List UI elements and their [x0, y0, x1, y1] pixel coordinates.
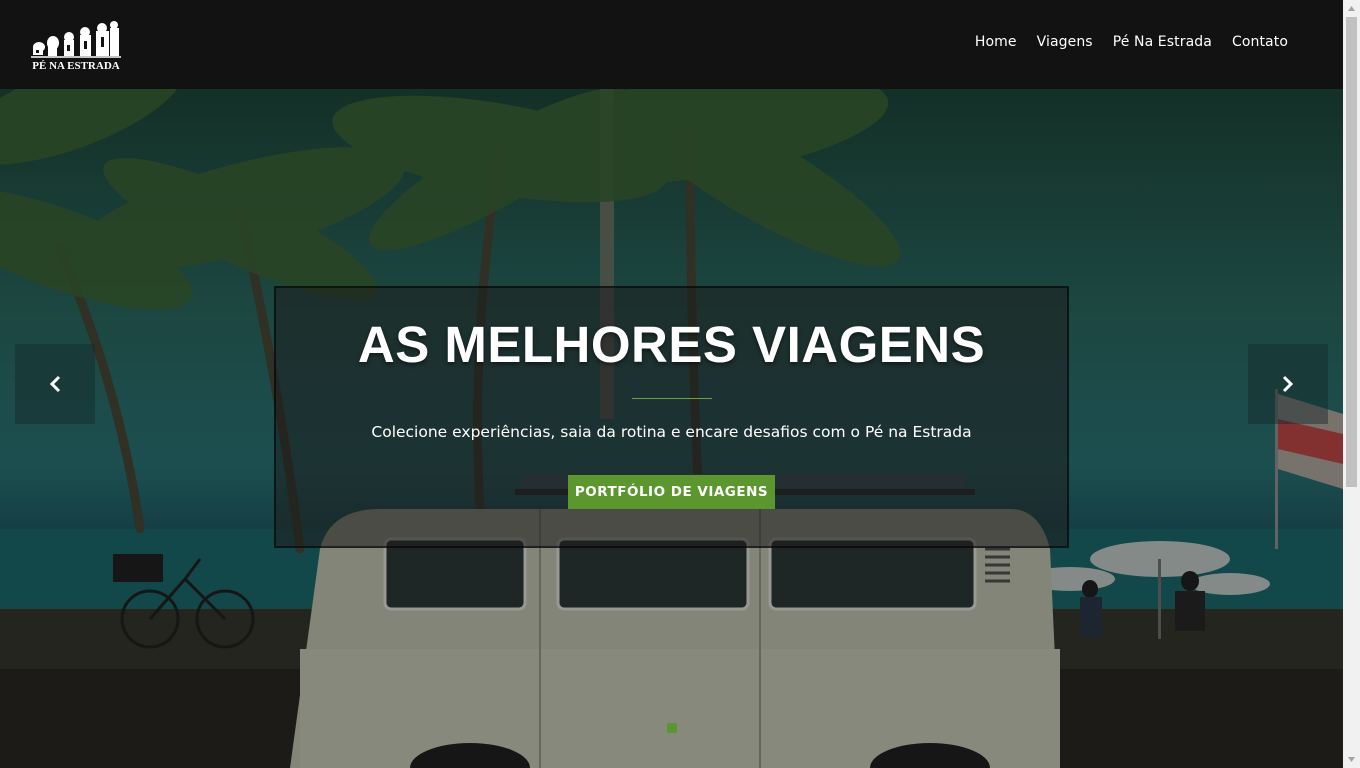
main-nav: Home Viagens Pé Na Estrada Contato	[975, 34, 1288, 50]
chevron-left-icon	[49, 375, 61, 393]
nav-link-pe-na-estrada[interactable]: Pé Na Estrada	[1113, 34, 1212, 50]
scrollbar-thumb[interactable]	[1346, 17, 1357, 487]
scroll-down-arrow-icon[interactable]	[1347, 755, 1356, 764]
portfolio-button[interactable]: PORTFÓLIO DE VIAGENS	[568, 475, 775, 509]
top-navbar: PÉ NA ESTRADA Home Viagens Pé Na Estrada…	[0, 0, 1343, 89]
scroll-up-arrow-icon[interactable]	[1347, 4, 1356, 13]
hero-carousel: AS MELHORES VIAGENS Colecione experiênci…	[0, 89, 1343, 768]
carousel-prev-button[interactable]	[15, 344, 95, 424]
carousel-next-button[interactable]	[1248, 344, 1328, 424]
hero-divider	[632, 398, 712, 399]
page-scrollbar[interactable]	[1343, 0, 1360, 768]
nav-link-contato[interactable]: Contato	[1232, 34, 1288, 50]
hero-subtitle: Colecione experiências, saia da rotina e…	[371, 423, 972, 441]
site-logo[interactable]: PÉ NA ESTRADA	[29, 17, 123, 73]
carousel-indicators	[667, 723, 677, 733]
logo-evolution-icon: PÉ NA ESTRADA	[31, 21, 121, 72]
nav-link-home[interactable]: Home	[975, 34, 1017, 50]
nav-link-viagens[interactable]: Viagens	[1037, 34, 1093, 50]
carousel-indicator-active[interactable]	[667, 723, 677, 733]
chevron-right-icon	[1282, 375, 1294, 393]
hero-title: AS MELHORES VIAGENS	[357, 316, 986, 373]
logo-text: PÉ NA ESTRADA	[32, 60, 119, 72]
